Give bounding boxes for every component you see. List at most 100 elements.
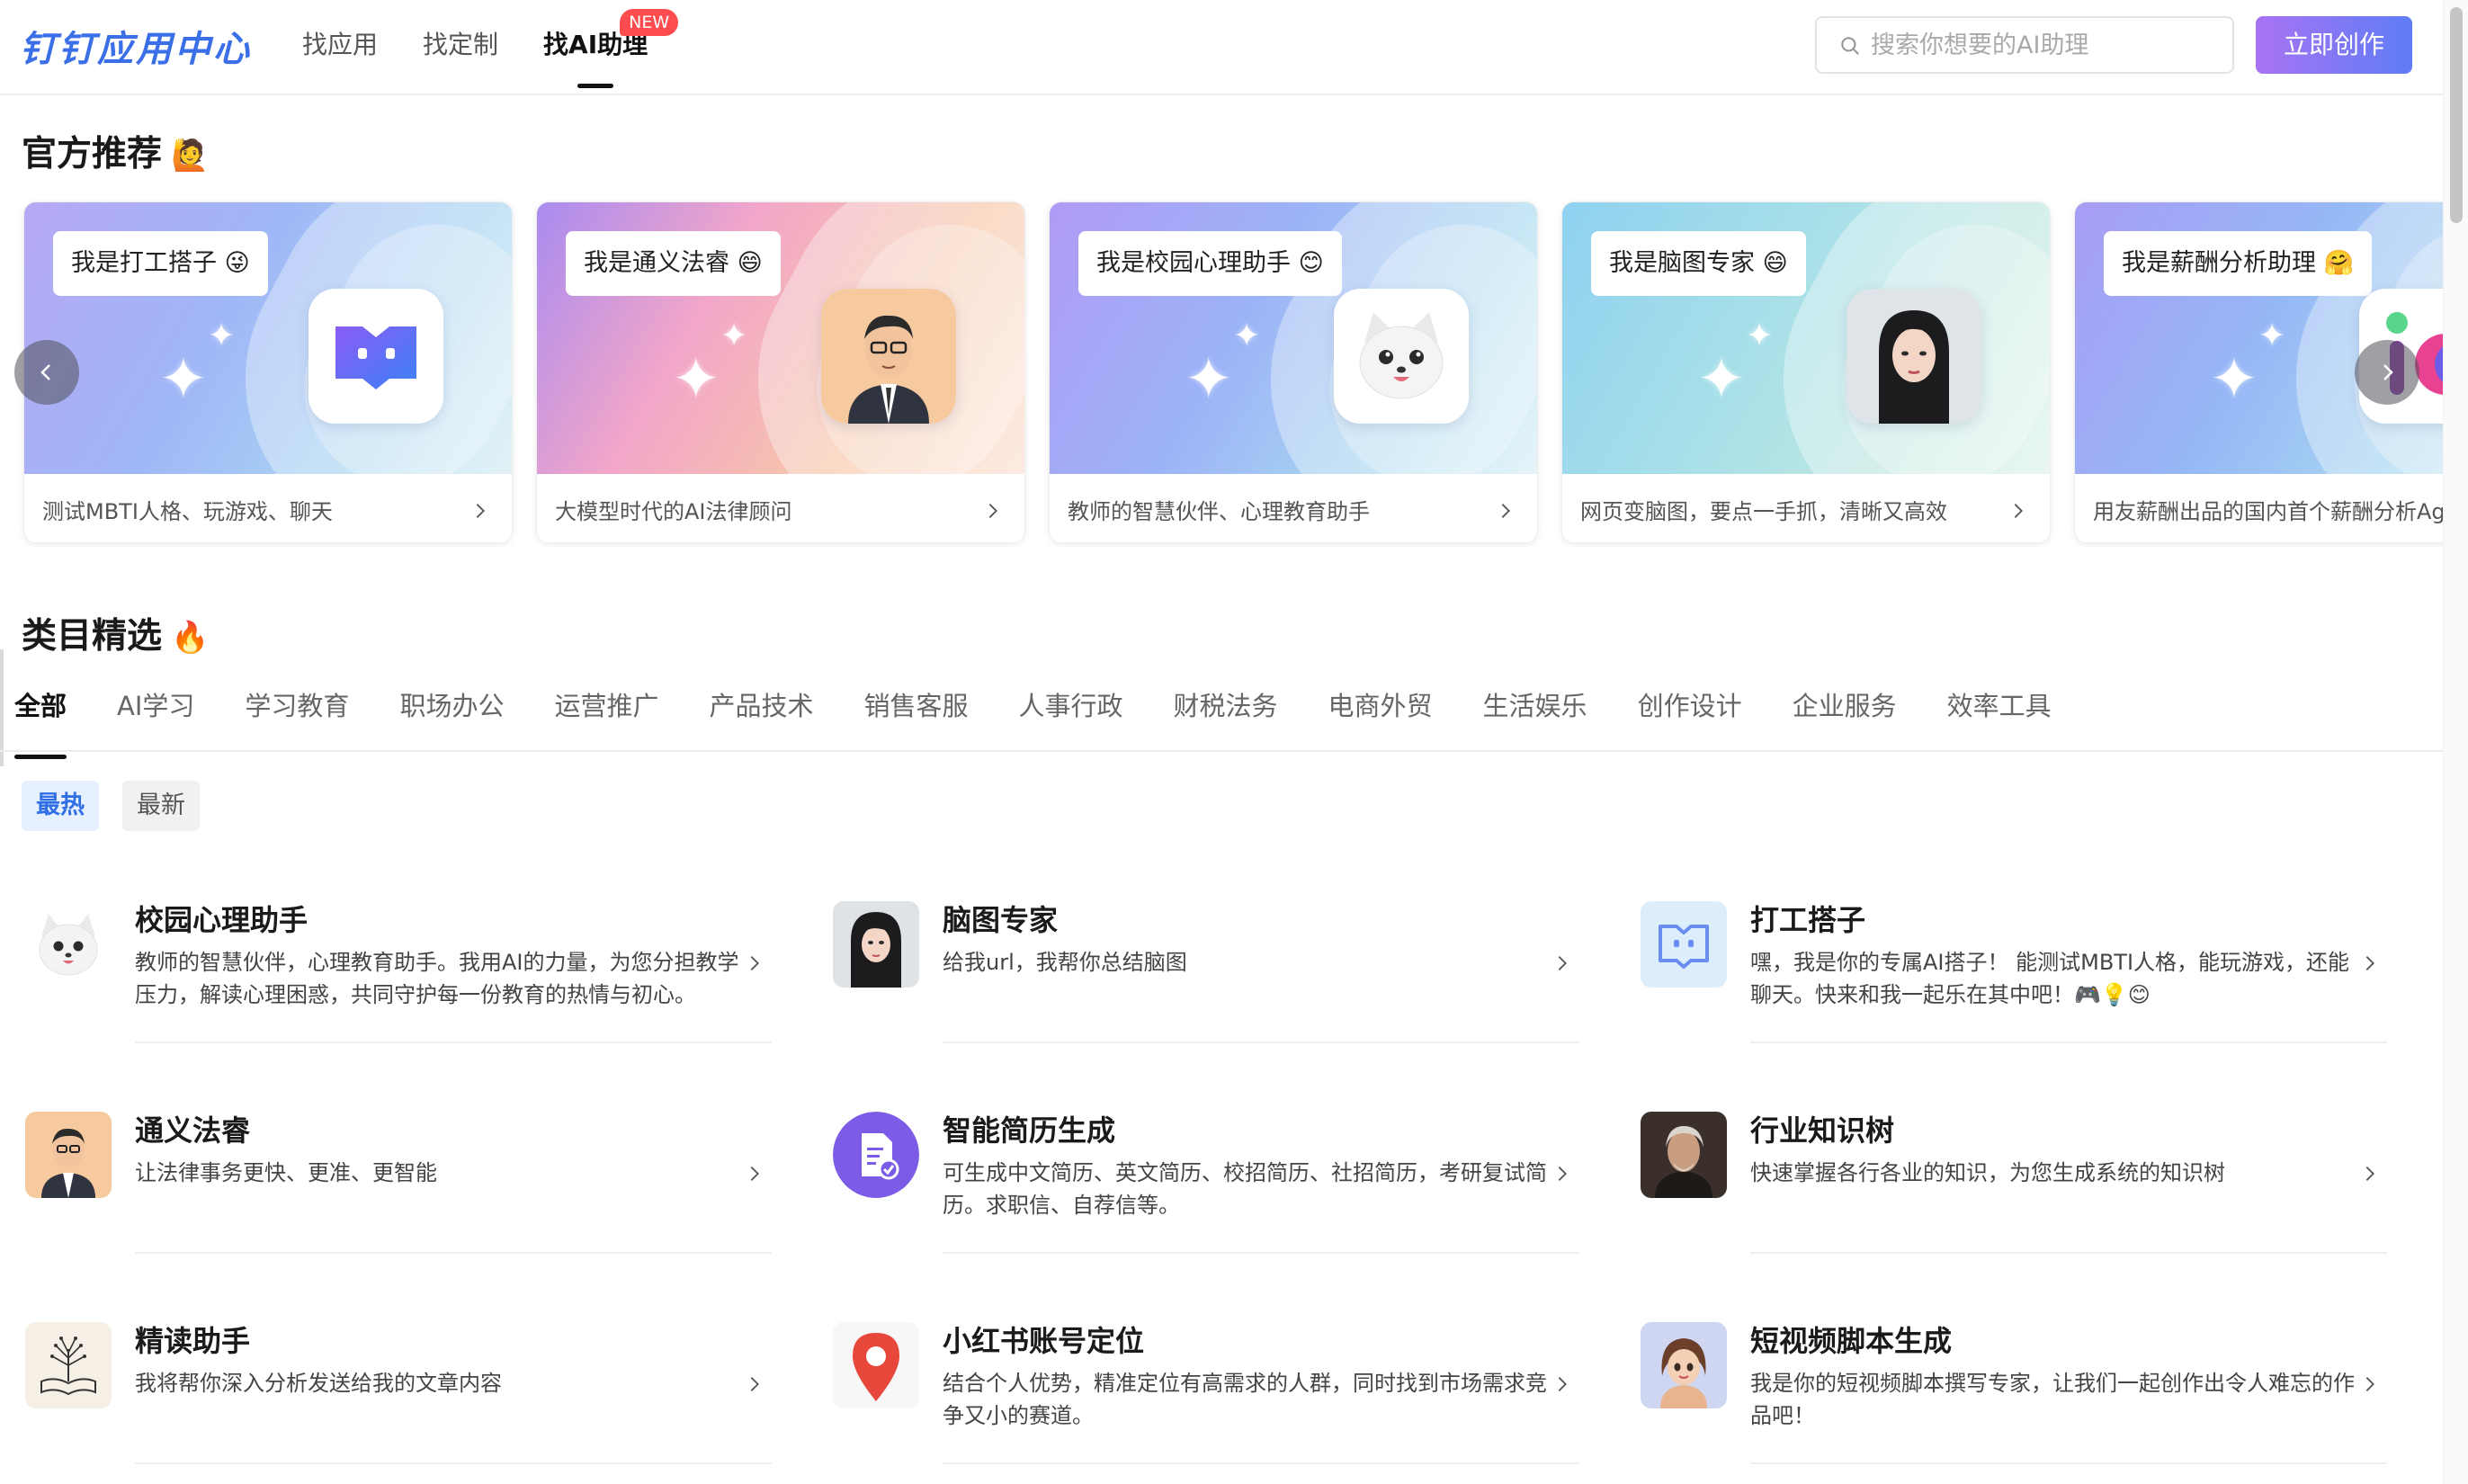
sort-newest-button[interactable]: 最新 xyxy=(122,781,200,831)
chat-bot-avatar-icon xyxy=(308,289,443,424)
recommend-card[interactable]: ✦ ✦ 我是通义法睿 😄 大模型时代的AI法律顾问 xyxy=(536,201,1025,543)
tab-label: 全部 xyxy=(14,691,67,721)
tab-label: AI学习 xyxy=(117,691,195,721)
sort-hottest-button[interactable]: 最热 xyxy=(22,781,99,831)
recommend-card[interactable]: ✦ ✦ 我是脑图专家 😄 网页变脑图，要点一手抓，清晰又高效 xyxy=(1561,201,2051,543)
card-bubble: 我是薪酬分析助理 🤗 xyxy=(2104,231,2373,296)
card-description: 用友薪酬出品的国内首个薪酬分析Agent xyxy=(2093,499,2443,524)
tab-education[interactable]: 学习教育 xyxy=(245,676,349,752)
divider xyxy=(135,1041,772,1043)
tab-all[interactable]: 全部 xyxy=(14,676,67,759)
nav-find-apps[interactable]: 找应用 xyxy=(302,0,378,94)
page: 钉钉应用中心 找应用 找定制 找AI助理 NEW 立即创作 官方推荐🙋 xyxy=(0,0,2468,1484)
chevron-right-icon xyxy=(1558,1377,1567,1391)
divider xyxy=(1750,1462,2387,1464)
tab-label: 产品技术 xyxy=(709,691,814,721)
app-item[interactable]: 校园心理助手 教师的智慧伙伴，心理教育助手。我用AI的力量，为您分担教学压力，解… xyxy=(25,901,790,1063)
tab-office[interactable]: 职场办公 xyxy=(399,676,504,752)
card-banner: ✦ ✦ 我是打工搭子 😜 xyxy=(24,202,512,474)
tab-design[interactable]: 创作设计 xyxy=(1638,676,1742,752)
nav-find-ai-assistant[interactable]: 找AI助理 NEW xyxy=(543,0,679,94)
app-item[interactable]: 精读助手 我将帮你深入分析发送给我的文章内容 xyxy=(25,1322,790,1484)
app-description: 快速掌握各行各业的知识，为您生成系统的知识树 xyxy=(1750,1160,2225,1185)
tab-tech[interactable]: 产品技术 xyxy=(709,676,813,752)
app-description: 结合个人优势，精准定位有高需求的人群，同时找到市场需求竞争又小的赛道。 xyxy=(943,1371,1547,1428)
tab-finance-legal[interactable]: 财税法务 xyxy=(1174,676,1278,752)
category-section-title: 类目精选 🔥 xyxy=(22,608,209,658)
chevron-right-icon xyxy=(750,956,759,970)
sparkle-icon: ✦ xyxy=(672,346,720,413)
divider xyxy=(943,1041,1579,1043)
card-description: 网页变脑图，要点一手抓，清晰又高效 xyxy=(1580,499,1947,524)
app-logo[interactable]: 钉钉应用中心 xyxy=(20,20,252,72)
scrollbar[interactable] xyxy=(2443,0,2468,1484)
lawyer-avatar-icon xyxy=(821,289,956,424)
tab-label: 职场办公 xyxy=(399,691,505,721)
tab-enterprise[interactable]: 企业服务 xyxy=(1793,676,1897,752)
app-description: 我是你的短视频脚本撰写专家，让我们一起创作出令人难忘的作品吧！ xyxy=(1750,1371,2355,1428)
app-name: 短视频脚本生成 xyxy=(1750,1324,1953,1358)
app-name: 小红书账号定位 xyxy=(943,1324,1145,1358)
app-item[interactable]: 通义法睿 让法律事务更快、更准、更智能 xyxy=(25,1112,790,1274)
tab-ecommerce[interactable]: 电商外贸 xyxy=(1328,676,1433,752)
recommend-card[interactable]: ✦ ✦ 我是打工搭子 😜 测试MBTI人格、玩游戏、聊天 xyxy=(23,201,513,543)
tab-label: 电商外贸 xyxy=(1328,691,1433,721)
chevron-right-icon xyxy=(1501,504,1510,518)
tab-efficiency[interactable]: 效率工具 xyxy=(1947,676,2052,752)
divider xyxy=(943,1462,1579,1464)
white-cat-avatar-icon xyxy=(1334,289,1469,424)
chevron-right-icon xyxy=(1558,956,1567,970)
app-name: 精读助手 xyxy=(135,1324,251,1358)
card-banner: ✦ ✦ 我是脑图专家 😄 xyxy=(1562,202,2050,474)
tab-ai-learning[interactable]: AI学习 xyxy=(117,676,194,752)
app-item[interactable]: 智能简历生成 可生成中文简历、英文简历、校招简历、社招简历，考研复试简历。求职信… xyxy=(833,1112,1597,1274)
tab-lifestyle[interactable]: 生活娱乐 xyxy=(1483,676,1587,752)
divider xyxy=(135,1462,772,1464)
tab-sales[interactable]: 销售客服 xyxy=(863,676,968,752)
app-item[interactable]: 小红书账号定位 结合个人优势，精准定位有高需求的人群，同时找到市场需求竞争又小的… xyxy=(833,1322,1597,1484)
search-box[interactable] xyxy=(1815,16,2234,74)
woman-avatar-icon xyxy=(833,901,919,988)
chevron-right-icon xyxy=(2014,504,2023,518)
app-name: 智能简历生成 xyxy=(943,1113,1116,1148)
chevron-right-icon xyxy=(988,504,997,518)
carousel-next-button[interactable] xyxy=(2355,340,2419,405)
app-description: 可生成中文简历、英文简历、校招简历、社招简历，考研复试简历。求职信、自荐信等。 xyxy=(943,1160,1547,1218)
old-man-avatar-icon xyxy=(1641,1112,1727,1198)
fire-icon: 🔥 xyxy=(171,620,210,656)
card-bubble: 我是通义法睿 😄 xyxy=(566,231,781,296)
recommend-card[interactable]: ✦ ✦ 我是校园心理助手 😊 教师的智慧伙伴、心理教育助手 xyxy=(1049,201,1538,543)
tab-label: 人事行政 xyxy=(1018,691,1123,721)
app-description: 让法律事务更快、更准、更智能 xyxy=(135,1160,437,1185)
card-bubble: 我是打工搭子 😜 xyxy=(53,231,268,296)
sparkle-icon: ✦ xyxy=(1233,317,1261,354)
card-bubble: 我是脑图专家 😄 xyxy=(1591,231,1806,296)
app-item[interactable]: 打工搭子 嘿，我是你的专属AI搭子！ 能测试MBTI人格，能玩游戏，还能聊天。快… xyxy=(1641,901,2405,1063)
sparkle-icon: ✦ xyxy=(720,317,748,354)
tabs-divider xyxy=(0,750,2443,752)
chevron-right-icon xyxy=(2365,956,2374,970)
tab-marketing[interactable]: 运营推广 xyxy=(554,676,658,752)
chevron-left-icon xyxy=(40,364,50,380)
woman-avatar-icon xyxy=(1847,289,1981,424)
active-tab-indicator xyxy=(14,755,67,759)
card-banner: ✦ ✦ 我是通义法睿 😄 xyxy=(537,202,1024,474)
app-name: 通义法睿 xyxy=(135,1113,251,1148)
app-item[interactable]: 行业知识树 快速掌握各行各业的知识，为您生成系统的知识树 xyxy=(1641,1112,2405,1274)
search-input[interactable] xyxy=(1871,18,2222,72)
carousel-prev-button[interactable] xyxy=(14,340,79,405)
active-nav-indicator xyxy=(577,84,614,88)
official-section-title: 官方推荐 🙋 xyxy=(22,126,209,176)
app-item[interactable]: 短视频脚本生成 我是你的短视频脚本撰写专家，让我们一起创作出令人难忘的作品吧！ xyxy=(1641,1322,2405,1484)
top-header: 钉钉应用中心 找应用 找定制 找AI助理 NEW 立即创作 xyxy=(0,0,2443,95)
scrollbar-thumb[interactable] xyxy=(2450,7,2463,223)
tab-label: 效率工具 xyxy=(1946,691,2052,721)
tab-hr[interactable]: 人事行政 xyxy=(1019,676,1123,752)
white-cat-avatar-icon xyxy=(25,901,112,988)
app-item[interactable]: 脑图专家 给我url，我帮你总结脑图 xyxy=(833,901,1597,1063)
nav-find-custom[interactable]: 找定制 xyxy=(423,0,498,94)
create-now-button[interactable]: 立即创作 xyxy=(2256,16,2412,74)
app-description: 教师的智慧伙伴，心理教育助手。我用AI的力量，为您分担教学压力，解读心理困惑，共… xyxy=(135,950,739,1007)
cartoon-girl-avatar-icon xyxy=(1641,1322,1727,1408)
card-banner: ✦ ✦ 我是薪酬分析助理 🤗 xyxy=(2075,202,2443,474)
